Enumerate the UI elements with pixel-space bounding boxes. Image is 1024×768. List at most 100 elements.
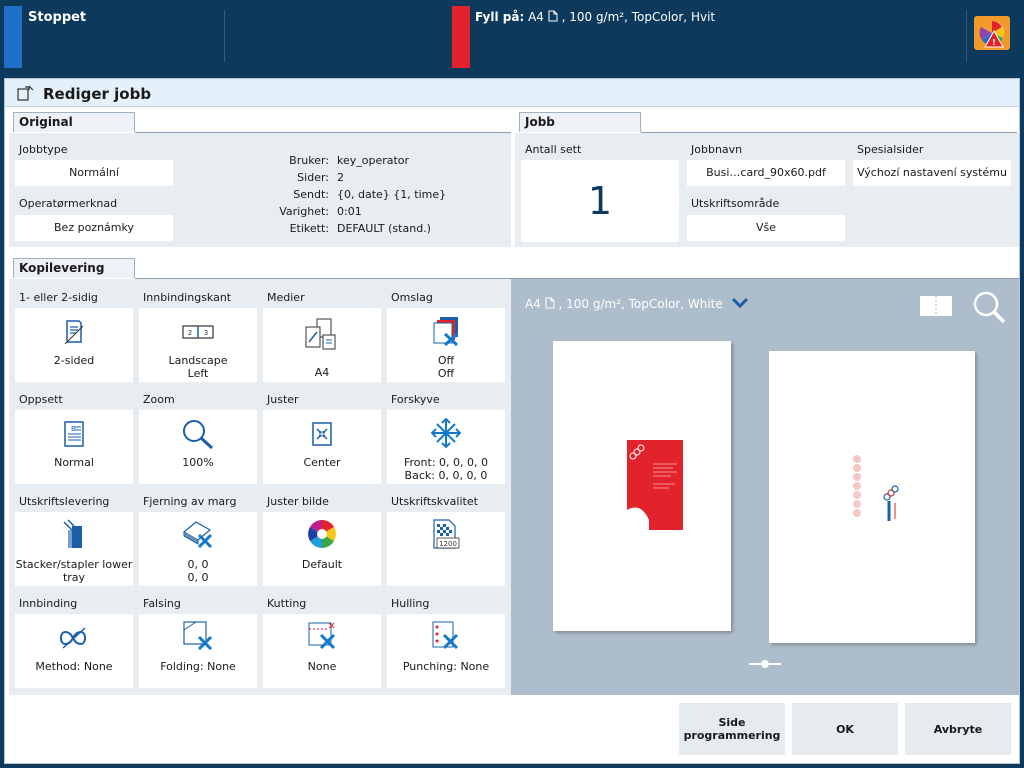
- business-card-back: [841, 451, 903, 543]
- magnifier-icon[interactable]: [971, 289, 1007, 325]
- special-pages-label: Spesialsider: [857, 143, 924, 156]
- binding-edge-setting[interactable]: 2 3 Landscape Left: [139, 308, 257, 382]
- shift-arrows-icon: [431, 418, 461, 448]
- edit-job-window: Rediger jobb Original Jobbtype Normální …: [4, 78, 1020, 764]
- folding-setting[interactable]: Folding: None: [139, 614, 257, 688]
- zoom-icon: [183, 420, 214, 450]
- align-setting[interactable]: Center: [263, 410, 381, 484]
- preview-media-details: , 100 g/m², TopColor, White: [558, 297, 723, 311]
- svg-text:3: 3: [204, 329, 208, 337]
- ok-button[interactable]: OK: [792, 703, 898, 755]
- binding-setting[interactable]: Method: None: [15, 614, 133, 688]
- folding-off-icon: [183, 621, 213, 650]
- jobname-field[interactable]: Busi…card_90x60.pdf: [687, 160, 845, 186]
- print-preview: A4 , 100 g/m², TopColor, White: [511, 279, 1019, 695]
- cell-title: Omslag: [391, 291, 433, 304]
- media-setting[interactable]: A4: [263, 308, 381, 382]
- chevron-down-icon[interactable]: [731, 297, 749, 309]
- center-align-icon: [312, 422, 332, 446]
- layout-setting[interactable]: B Normal: [15, 410, 133, 484]
- preview-front-page[interactable]: [553, 341, 731, 631]
- cell-title: Forskyve: [391, 393, 440, 406]
- page-title: Rediger jobb: [43, 85, 152, 103]
- landscape-binding-icon: 2 3: [182, 325, 214, 339]
- punching-setting[interactable]: Punching: None: [387, 614, 505, 688]
- divider: [966, 10, 967, 62]
- jobtype-label: Jobbtype: [19, 143, 68, 156]
- operator-note-field[interactable]: Bez poznámky: [15, 215, 173, 241]
- color-wheel-icon: [308, 520, 336, 548]
- tab-kopilevering: Kopilevering: [13, 258, 135, 278]
- cell-title: Juster: [267, 393, 299, 406]
- layout-icon: B: [64, 421, 84, 447]
- cell-title: Juster bilde: [267, 495, 329, 508]
- side-programming-button[interactable]: Side programmering: [679, 703, 785, 755]
- margin-removal-setting[interactable]: 0, 0 0, 0: [139, 512, 257, 586]
- zoom-setting[interactable]: 100%: [139, 410, 257, 484]
- cell-title: Medier: [267, 291, 305, 304]
- special-pages-field[interactable]: Výchozí nastavení systému: [853, 160, 1011, 186]
- shift-setting[interactable]: Front: 0, 0, 0, 0 Back: 0, 0, 0, 0: [387, 410, 505, 484]
- operator-note-label: Operatørmerknad: [19, 197, 118, 210]
- jobb-panel: Antall sett 1 Jobbnavn Busi…card_90x60.p…: [515, 133, 1019, 247]
- tab-original: Original: [13, 112, 135, 132]
- business-card-front: [627, 440, 683, 530]
- image-adjust-setting[interactable]: Default: [263, 512, 381, 586]
- cell-title: Kutting: [267, 597, 307, 610]
- preview-media-size: A4: [525, 297, 541, 311]
- cell-title: 1- eller 2-sidig: [19, 291, 98, 304]
- cell-title: Fjerning av marg: [143, 495, 237, 508]
- original-panel: Jobbtype Normální Operatørmerknad Bez po…: [9, 133, 511, 247]
- fill-size: A4: [528, 10, 544, 24]
- media-icon: [305, 318, 336, 350]
- print-quality-setting[interactable]: 1200: [387, 512, 505, 586]
- print-area-field[interactable]: Vše: [687, 215, 845, 241]
- cell-title: Oppsett: [19, 393, 63, 406]
- cell-title: Hulling: [391, 597, 430, 610]
- cancel-button[interactable]: Avbryte: [905, 703, 1011, 755]
- pages-slider-icon[interactable]: [747, 659, 783, 669]
- cell-title: Innbindingskant: [143, 291, 232, 304]
- cell-title: Falsing: [143, 597, 181, 610]
- cover-setting[interactable]: Off Off: [387, 308, 505, 382]
- page-icon: [548, 10, 558, 22]
- status-indicator: [4, 6, 22, 68]
- window-header: Rediger jobb: [5, 79, 1019, 107]
- sets-field[interactable]: 1: [521, 160, 679, 242]
- cell-title: Innbinding: [19, 597, 78, 610]
- system-status-icon[interactable]: !: [974, 16, 1010, 50]
- cutting-setting[interactable]: None: [263, 614, 381, 688]
- quality-badge: 1200: [439, 540, 457, 548]
- fill-label: Fyll på:: [475, 10, 525, 24]
- printer-status[interactable]: Stoppet: [28, 10, 86, 25]
- print-quality-icon: 1200: [433, 519, 460, 549]
- jobname-label: Jobbnavn: [691, 143, 743, 156]
- print-area-label: Utskriftsområde: [691, 197, 780, 210]
- cell-title: Utskriftskvalitet: [391, 495, 478, 508]
- svg-text:B: B: [71, 425, 76, 433]
- duplex-setting[interactable]: 2-sided: [15, 308, 133, 382]
- divider: [224, 10, 225, 62]
- cover-off-icon: [433, 317, 459, 346]
- stacker-icon: [63, 519, 82, 548]
- punching-off-icon: [432, 621, 459, 650]
- svg-text:2: 2: [188, 329, 192, 337]
- preview-media-selector[interactable]: A4 , 100 g/m², TopColor, White: [525, 297, 749, 311]
- binding-off-icon: [59, 627, 87, 649]
- edit-job-icon: [17, 85, 34, 101]
- alert-indicator: [452, 6, 470, 68]
- page-view-icon[interactable]: [919, 294, 953, 318]
- margin-off-icon: [182, 521, 213, 548]
- output-delivery-setting[interactable]: Stacker/stapler lower tray: [15, 512, 133, 586]
- svg-text:!: !: [992, 38, 996, 47]
- preview-back-page[interactable]: [769, 351, 975, 643]
- cutting-off-icon: [308, 622, 336, 650]
- cell-title: Utskriftslevering: [19, 495, 110, 508]
- duplex-icon: [64, 320, 84, 345]
- cell-title: Zoom: [143, 393, 175, 406]
- sets-label: Antall sett: [525, 143, 582, 156]
- tab-jobb: Jobb: [519, 112, 641, 132]
- jobtype-field[interactable]: Normální: [15, 160, 173, 186]
- status-bar: Stoppet Fyll på: A4 , 100 g/m², TopColor…: [0, 0, 1024, 76]
- fill-message[interactable]: Fyll på: A4 , 100 g/m², TopColor, Hvit: [475, 10, 715, 24]
